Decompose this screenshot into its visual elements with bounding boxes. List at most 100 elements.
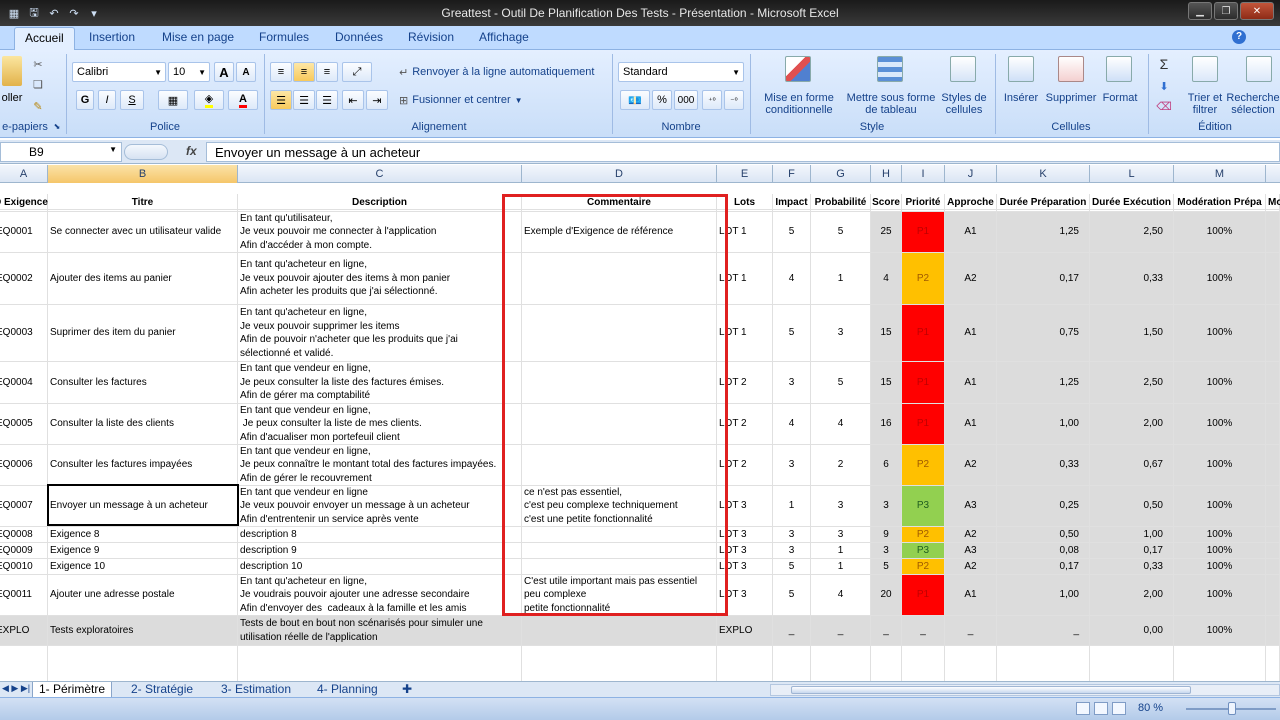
probabilite-cell[interactable]: _	[811, 616, 871, 646]
duree-execution-cell[interactable]: 2,50	[1090, 362, 1174, 404]
commentaire-cell[interactable]	[522, 305, 717, 362]
probabilite-cell[interactable]: 2	[811, 445, 871, 486]
sheet-tab-estimation[interactable]: 3- Estimation	[215, 682, 297, 698]
titre-cell[interactable]: Consulter les factures impayées	[48, 445, 238, 486]
header-duree-preparation[interactable]: Durée Préparation	[997, 194, 1090, 212]
duree-preparation-cell[interactable]: _	[997, 616, 1090, 646]
lot-cell[interactable]: LOT 3	[717, 527, 773, 543]
header-duree-execution[interactable]: Durée Exécution	[1090, 194, 1174, 212]
header-titre[interactable]: Titre	[48, 194, 238, 212]
approche-cell[interactable]: A1	[945, 575, 997, 616]
insert-label[interactable]: Insérer	[998, 92, 1044, 104]
column-header-g[interactable]: G	[811, 165, 871, 183]
approche-cell[interactable]: A1	[945, 404, 997, 445]
align-middle-button[interactable]: ≡	[293, 62, 315, 82]
description-cell[interactable]: En tant qu'acheteur en ligne, Je voudrai…	[238, 575, 522, 616]
score-cell[interactable]: 3	[871, 543, 902, 559]
titre-cell[interactable]: Exigence 8	[48, 527, 238, 543]
overflow-cell[interactable]	[1266, 527, 1280, 543]
description-cell[interactable]: description 10	[238, 559, 522, 575]
column-header-i[interactable]: I	[902, 165, 945, 183]
commentaire-cell[interactable]	[522, 616, 717, 646]
empty-cell[interactable]	[945, 646, 997, 681]
score-cell[interactable]: 6	[871, 445, 902, 486]
priorite-cell[interactable]: P1	[902, 212, 945, 253]
description-cell[interactable]: description 8	[238, 527, 522, 543]
duree-execution-cell[interactable]: 1,50	[1090, 305, 1174, 362]
column-header-m[interactable]: M	[1174, 165, 1266, 183]
merge-center-button[interactable]: ⊞ Fusionner et centrer ▼	[394, 90, 534, 110]
lot-cell[interactable]: LOT 1	[717, 253, 773, 305]
impact-cell[interactable]: 5	[773, 575, 811, 616]
sheet-tab-perimetre[interactable]: 1- Périmètre	[32, 682, 113, 698]
decrease-indent-button[interactable]: ⇤	[342, 90, 364, 110]
column-header-c[interactable]: C	[238, 165, 522, 183]
duree-preparation-cell[interactable]: 1,00	[997, 575, 1090, 616]
header-id[interactable]: D Exigence	[0, 194, 48, 212]
titre-cell[interactable]: Exigence 10	[48, 559, 238, 575]
impact-cell[interactable]: 1	[773, 486, 811, 527]
duree-preparation-cell[interactable]: 0,17	[997, 559, 1090, 575]
overflow-cell[interactable]	[1266, 404, 1280, 445]
thousands-button[interactable]: 000	[674, 90, 698, 110]
score-cell[interactable]: 5	[871, 559, 902, 575]
minimize-button[interactable]: ▁	[1188, 2, 1212, 20]
align-top-button[interactable]: ≡	[270, 62, 292, 82]
probabilite-cell[interactable]: 4	[811, 575, 871, 616]
commentaire-cell[interactable]	[522, 253, 717, 305]
commentaire-cell[interactable]	[522, 445, 717, 486]
moderation-prepa-cell[interactable]: 100%	[1174, 486, 1266, 527]
approche-cell[interactable]: _	[945, 616, 997, 646]
approche-cell[interactable]: A1	[945, 212, 997, 253]
sort-filter-icon[interactable]	[1192, 56, 1218, 82]
titre-cell[interactable]: Suprimer des item du panier	[48, 305, 238, 362]
description-cell[interactable]: En tant que vendeur en ligne, Je peux co…	[238, 445, 522, 486]
impact-cell[interactable]: _	[773, 616, 811, 646]
overflow-cell[interactable]	[1266, 575, 1280, 616]
titre-cell[interactable]: Exigence 9	[48, 543, 238, 559]
duree-execution-cell[interactable]: 2,00	[1090, 404, 1174, 445]
probabilite-cell[interactable]: 4	[811, 404, 871, 445]
sheet-tab-planning[interactable]: 4- Planning	[311, 682, 384, 698]
duree-preparation-cell[interactable]: 1,25	[997, 362, 1090, 404]
moderation-prepa-cell[interactable]: 100%	[1174, 362, 1266, 404]
impact-cell[interactable]: 5	[773, 559, 811, 575]
score-cell[interactable]: 16	[871, 404, 902, 445]
description-cell[interactable]: En tant qu'acheteur en ligne, Je veux po…	[238, 305, 522, 362]
duree-preparation-cell[interactable]: 1,00	[997, 404, 1090, 445]
header-moderation-prepa[interactable]: Modération Prépa	[1174, 194, 1266, 212]
approche-cell[interactable]: A2	[945, 253, 997, 305]
empty-cell[interactable]	[238, 646, 522, 681]
header-priorite[interactable]: Priorité	[902, 194, 945, 212]
tab-donnees[interactable]: Données	[335, 30, 383, 44]
duree-preparation-cell[interactable]: 0,08	[997, 543, 1090, 559]
priorite-cell[interactable]: P3	[902, 543, 945, 559]
overflow-cell[interactable]	[1266, 616, 1280, 646]
clear-icon[interactable]: ⌫	[1156, 98, 1172, 114]
format-as-table-icon[interactable]	[877, 56, 903, 82]
approche-cell[interactable]: A2	[945, 445, 997, 486]
commentaire-cell[interactable]: ce n'est pas essentiel, c'est peu comple…	[522, 486, 717, 527]
duree-preparation-cell[interactable]: 0,17	[997, 253, 1090, 305]
impact-cell[interactable]: 5	[773, 212, 811, 253]
empty-cell[interactable]	[48, 646, 238, 681]
probabilite-cell[interactable]: 1	[811, 253, 871, 305]
format-label[interactable]: Format	[1098, 92, 1142, 104]
moderation-prepa-cell[interactable]: 100%	[1174, 527, 1266, 543]
score-cell[interactable]: 3	[871, 486, 902, 527]
scrollbar-thumb[interactable]	[791, 686, 1191, 694]
description-cell[interactable]: En tant que vendeur en ligne, Je peux co…	[238, 404, 522, 445]
duree-preparation-cell[interactable]: 0,25	[997, 486, 1090, 527]
duree-preparation-cell[interactable]: 0,33	[997, 445, 1090, 486]
priorite-cell[interactable]: P3	[902, 486, 945, 527]
normal-view-icon[interactable]	[1076, 702, 1090, 715]
format-cells-icon[interactable]	[1106, 56, 1132, 82]
paste-icon[interactable]	[2, 56, 22, 86]
priorite-cell[interactable]: P2	[902, 527, 945, 543]
description-cell[interactable]: En tant que vendeur en ligne, Je peux co…	[238, 362, 522, 404]
requirement-id-cell[interactable]: EXPLO	[0, 616, 48, 646]
increase-decimal-button[interactable]: ⁺⁰	[702, 90, 722, 110]
priorite-cell[interactable]: _	[902, 616, 945, 646]
overflow-cell[interactable]	[1266, 543, 1280, 559]
requirement-id-cell[interactable]: EQ0003	[0, 305, 48, 362]
